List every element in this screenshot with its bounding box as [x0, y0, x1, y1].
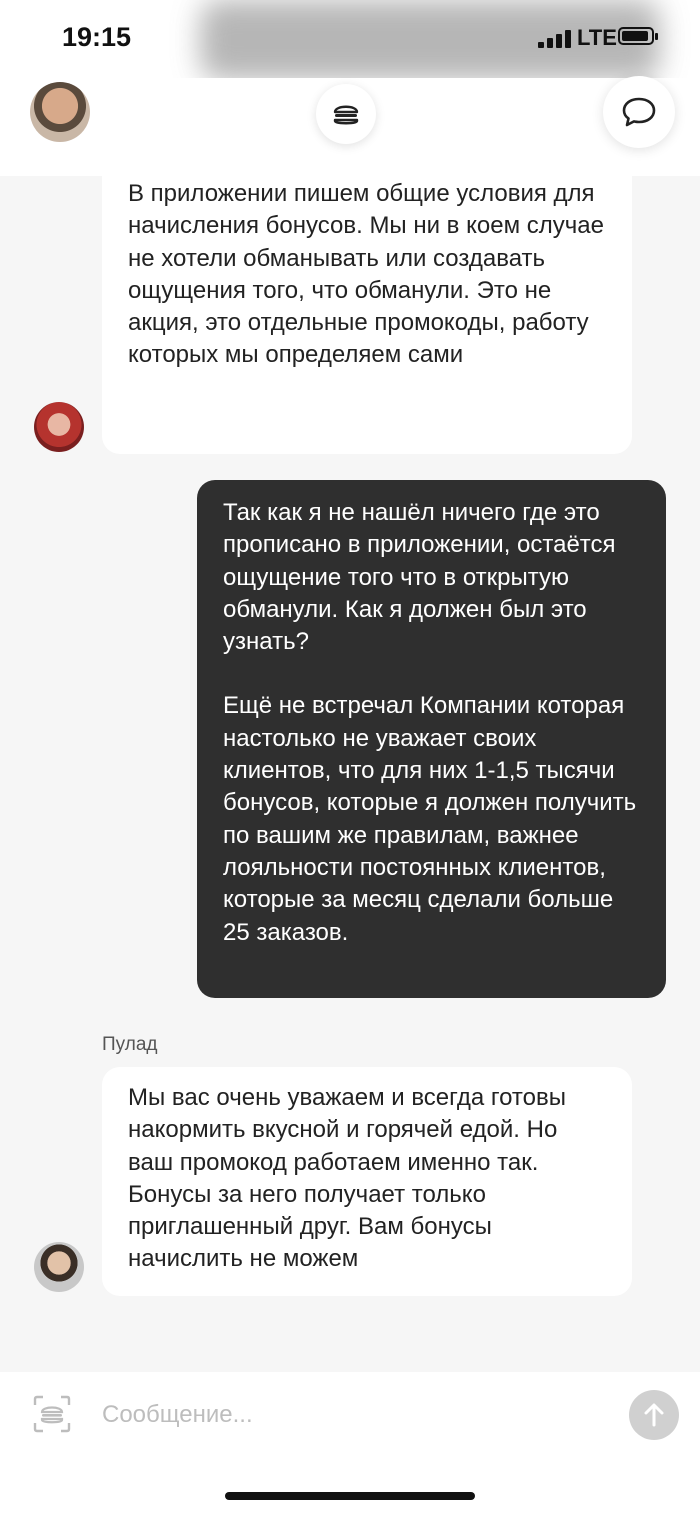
burger-menu-button[interactable]	[316, 84, 376, 144]
chat-header	[0, 76, 700, 176]
sender-name: Пулад	[102, 1034, 158, 1055]
user-avatar[interactable]	[30, 82, 90, 142]
burger-icon	[333, 105, 359, 125]
burger-scan-icon[interactable]	[32, 1394, 72, 1434]
message-input[interactable]	[100, 1396, 604, 1434]
message-text: Ещё не встречал Компании которая настоль…	[223, 692, 637, 946]
send-button[interactable]	[629, 1390, 679, 1440]
message-composer	[0, 1372, 700, 1514]
operator-avatar	[34, 402, 84, 452]
message-text: В приложении пишем общие условия для нач…	[128, 180, 604, 369]
status-bar: 19:15 LTE	[0, 0, 700, 80]
message-bubble-outgoing: Так как я не нашёл ничего где это пропис…	[197, 480, 666, 998]
battery-icon	[618, 27, 658, 45]
arrow-up-icon	[644, 1403, 664, 1427]
signal-icon	[538, 30, 572, 48]
message-text: Так как я не нашёл ничего где это пропис…	[223, 499, 616, 656]
speech-bubble-icon	[622, 97, 656, 127]
network-type: LTE	[577, 25, 617, 50]
status-time: 19:15	[62, 22, 132, 52]
message-bubble-incoming: В приложении пишем общие условия для нач…	[102, 166, 632, 454]
home-indicator	[225, 1492, 475, 1500]
message-bubble-incoming: Мы вас очень уважаем и всегда готовы нак…	[102, 1067, 632, 1296]
operator-avatar	[34, 1242, 84, 1292]
chat-button[interactable]	[603, 76, 675, 148]
message-text: Мы вас очень уважаем и всегда готовы нак…	[128, 1084, 566, 1273]
